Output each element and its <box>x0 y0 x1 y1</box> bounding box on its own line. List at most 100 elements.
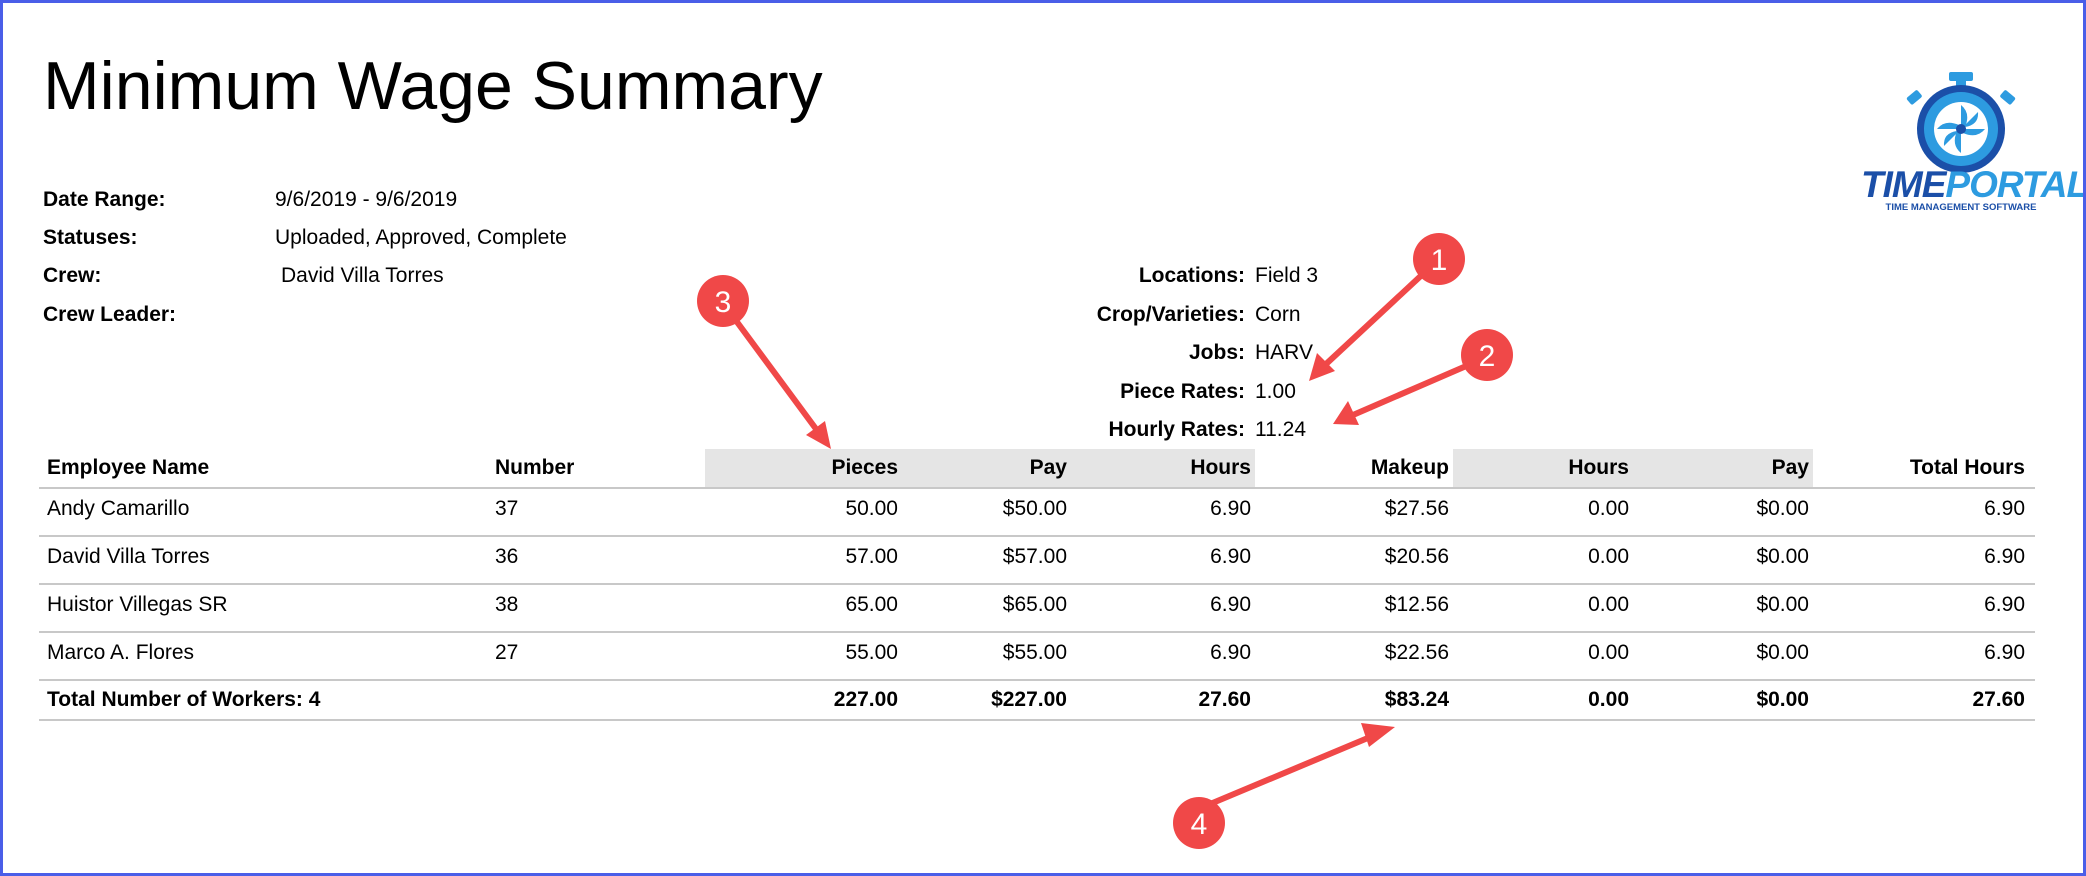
table-row: Andy Camarillo 37 50.00 $50.00 6.90 $27.… <box>39 489 2035 537</box>
crew-leader-label: Crew Leader: <box>43 303 177 326</box>
callout-2-number: 2 <box>1479 340 1496 373</box>
total-piece-hours: 27.60 <box>1198 688 1251 711</box>
cell-pieces: 50.00 <box>845 497 898 520</box>
cell-piece-hours: 6.90 <box>1210 545 1251 568</box>
jobs-value: HARV <box>1255 341 1313 364</box>
crew-value: David Villa Torres <box>281 264 444 287</box>
table-totals-row: Total Number of Workers: 4 227.00 $227.0… <box>39 681 2035 721</box>
cell-employee-name: David Villa Torres <box>47 545 210 568</box>
cell-makeup: $20.56 <box>1384 545 1449 568</box>
cell-piece-hours: 6.90 <box>1210 593 1251 616</box>
header-pieces: Pieces <box>705 449 902 487</box>
header-employee-name: Employee Name <box>47 456 210 479</box>
wage-summary-table: Employee Name Number Pieces Pay Hours Ma… <box>39 449 2035 721</box>
cell-total-hours: 6.90 <box>1984 641 2025 664</box>
header-piece-pay: Pay <box>902 449 1071 487</box>
total-number <box>495 681 695 719</box>
cell-hourly-hours: 0.00 <box>1588 641 1629 664</box>
date-range-label: Date Range: <box>43 188 166 211</box>
callout-3-badge: 3 <box>697 275 749 327</box>
total-piece-pay: $227.00 <box>991 688 1067 711</box>
header-total-hours: Total Hours <box>1909 456 2025 479</box>
header-number: Number <box>495 456 575 479</box>
header-makeup: Makeup <box>1370 456 1449 479</box>
callout-4-badge: 4 <box>1173 797 1225 849</box>
crew-label: Crew: <box>43 264 102 287</box>
total-total-hours: 27.60 <box>1972 688 2025 711</box>
logo-wordmark: TIMEPORTAL <box>1861 164 2083 205</box>
cell-pieces: 57.00 <box>845 545 898 568</box>
cell-makeup: $12.56 <box>1384 593 1449 616</box>
total-workers-label: Total Number of Workers: 4 <box>47 688 321 711</box>
date-range-value: 9/6/2019 - 9/6/2019 <box>275 188 458 211</box>
hourly-rates-label: Hourly Rates: <box>1108 418 1245 441</box>
total-pieces: 227.00 <box>833 688 898 711</box>
cell-hourly-hours: 0.00 <box>1588 593 1629 616</box>
header-piece-hours: Hours <box>1071 449 1255 487</box>
cell-piece-pay: $50.00 <box>1002 497 1067 520</box>
callout-3-arrowhead <box>806 421 831 449</box>
cell-number: 38 <box>495 593 519 616</box>
logo-word-portal: PORTAL <box>1945 164 2086 205</box>
callout-1-number: 1 <box>1431 244 1448 277</box>
header-hourly-pay: Pay <box>1633 449 1813 487</box>
locations-value: Field 3 <box>1255 264 1319 287</box>
cell-total-hours: 6.90 <box>1984 593 2025 616</box>
table-header-row: Employee Name Number Pieces Pay Hours Ma… <box>39 449 2035 489</box>
cell-hourly-pay: $0.00 <box>1756 545 1809 568</box>
callout-2-arrow-line <box>1350 354 1490 418</box>
statuses-label: Statuses: <box>43 226 138 249</box>
cell-makeup: $27.56 <box>1384 497 1449 520</box>
statuses-value: Uploaded, Approved, Complete <box>275 226 567 249</box>
locations-label: Locations: <box>1138 264 1245 287</box>
logo-word-time: TIME <box>1861 164 1946 205</box>
hourly-rates-value: 11.24 <box>1255 418 1306 441</box>
total-hourly-hours: 0.00 <box>1588 688 1629 711</box>
table-row: Marco A. Flores 27 55.00 $55.00 6.90 $22… <box>39 633 2035 681</box>
cell-number: 36 <box>495 545 519 568</box>
crop-varieties-value: Corn <box>1255 303 1301 326</box>
report-title: Minimum Wage Summary <box>43 48 823 124</box>
logo-tagline: TIME MANAGEMENT SOFTWARE <box>1885 202 2037 213</box>
jobs-label: Jobs: <box>1188 341 1245 364</box>
cell-employee-name: Huistor Villegas SR <box>47 593 228 616</box>
cell-piece-pay: $55.00 <box>1002 641 1067 664</box>
cell-hourly-hours: 0.00 <box>1588 545 1629 568</box>
cell-total-hours: 6.90 <box>1984 545 2025 568</box>
cell-employee-name: Andy Camarillo <box>47 497 190 520</box>
cell-piece-hours: 6.90 <box>1210 641 1251 664</box>
piece-rates-value: 1.00 <box>1255 380 1296 403</box>
callout-4-number: 4 <box>1191 808 1208 841</box>
cell-employee-name: Marco A. Flores <box>47 641 195 664</box>
cell-piece-hours: 6.90 <box>1210 497 1251 520</box>
cell-piece-pay: $65.00 <box>1002 593 1067 616</box>
cell-hourly-pay: $0.00 <box>1756 497 1809 520</box>
cell-hourly-hours: 0.00 <box>1588 497 1629 520</box>
callout-1-arrow-line <box>1322 256 1442 368</box>
callout-4-arrow-line <box>1200 732 1378 810</box>
cell-pieces: 65.00 <box>845 593 898 616</box>
report-page: Minimum Wage Summary TIMEPORTAL TIME MAN… <box>0 0 2086 876</box>
table-row: David Villa Torres 36 57.00 $57.00 6.90 … <box>39 537 2035 585</box>
cell-makeup: $22.56 <box>1384 641 1449 664</box>
cell-pieces: 55.00 <box>845 641 898 664</box>
total-makeup: $83.24 <box>1384 688 1449 711</box>
callout-3-arrow-line <box>720 300 822 436</box>
callout-3-number: 3 <box>715 286 732 319</box>
timeportal-logo: TIMEPORTAL TIME MANAGEMENT SOFTWARE <box>1861 69 2083 219</box>
cell-number: 37 <box>495 497 519 520</box>
cell-total-hours: 6.90 <box>1984 497 2025 520</box>
callout-4-arrowhead <box>1361 723 1395 747</box>
callout-1-badge: 1 <box>1413 233 1465 285</box>
cell-number: 27 <box>495 641 519 664</box>
cell-piece-pay: $57.00 <box>1002 545 1067 568</box>
table-row: Huistor Villegas SR 38 65.00 $65.00 6.90… <box>39 585 2035 633</box>
header-hourly-hours: Hours <box>1453 449 1633 487</box>
cell-hourly-pay: $0.00 <box>1756 641 1809 664</box>
crop-varieties-label: Crop/Varieties: <box>1096 303 1245 326</box>
total-hourly-pay: $0.00 <box>1756 688 1809 711</box>
callout-2-badge: 2 <box>1461 329 1513 381</box>
cell-hourly-pay: $0.00 <box>1756 593 1809 616</box>
piece-rates-label: Piece Rates: <box>1120 380 1245 403</box>
callout-2-arrowhead <box>1333 401 1359 425</box>
